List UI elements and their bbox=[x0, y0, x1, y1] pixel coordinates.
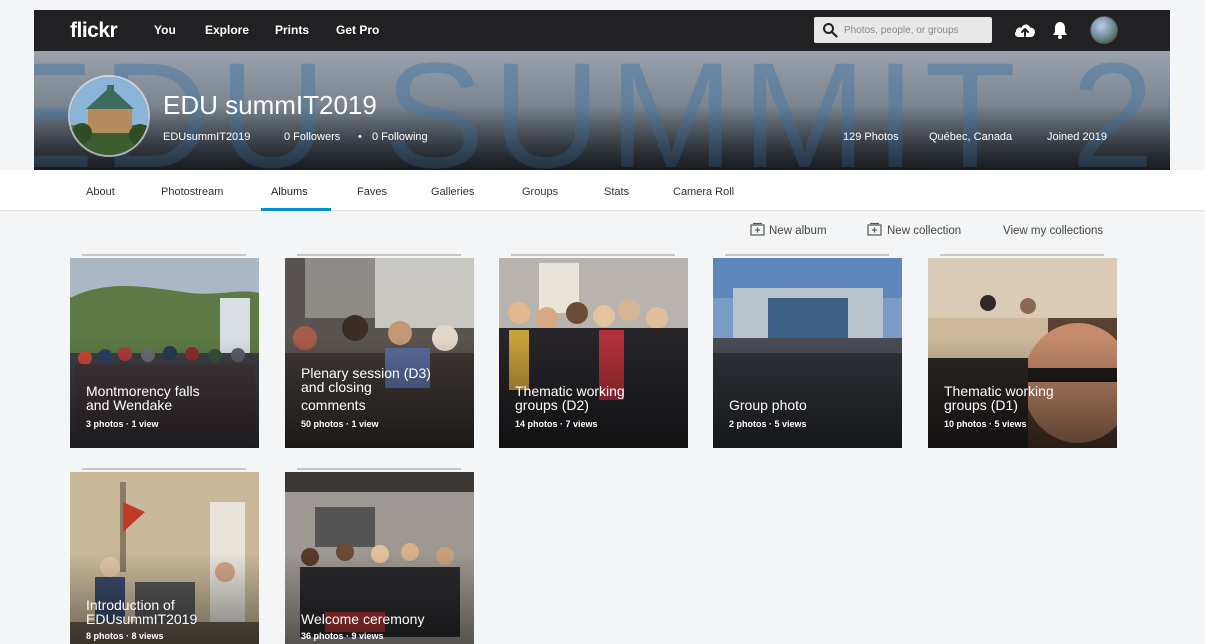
album-title: Plenary session (D3) bbox=[301, 365, 431, 381]
album-title: Welcome ceremony bbox=[301, 611, 425, 627]
new-album-button[interactable]: New album bbox=[769, 225, 827, 237]
album-card-thematic-d2[interactable]: Thematic working groups (D2) 14 photos ·… bbox=[499, 258, 688, 448]
album-shade bbox=[713, 338, 902, 448]
upload-icon[interactable] bbox=[1013, 19, 1037, 41]
active-tab-indicator bbox=[261, 208, 331, 211]
profile-tabs: About Photostream Albums Faves Galleries… bbox=[0, 170, 1205, 211]
following-link[interactable]: 0 Following bbox=[372, 131, 428, 143]
album-card-montmorency[interactable]: Montmorency falls and Wendake 3 photos ·… bbox=[70, 258, 259, 448]
album-stack-edge bbox=[297, 254, 461, 256]
profile-avatar bbox=[68, 75, 150, 157]
followers-link[interactable]: 0 Followers bbox=[284, 131, 340, 143]
user-avatar[interactable] bbox=[1090, 16, 1118, 44]
view-collections-link[interactable]: View my collections bbox=[1003, 225, 1103, 237]
tab-galleries[interactable]: Galleries bbox=[431, 186, 474, 198]
album-title: comments bbox=[301, 397, 366, 413]
search-input[interactable] bbox=[844, 21, 986, 39]
tab-stats[interactable]: Stats bbox=[604, 186, 629, 198]
new-collection-button[interactable]: New collection bbox=[887, 225, 961, 237]
tab-about[interactable]: About bbox=[86, 186, 115, 198]
album-stack-edge bbox=[940, 254, 1104, 256]
flickr-logo[interactable]: flickr bbox=[70, 19, 118, 43]
profile-location: Québec, Canada bbox=[929, 131, 1013, 143]
tab-photostream[interactable]: Photostream bbox=[161, 186, 223, 198]
album-title: Thematic working bbox=[944, 383, 1054, 399]
profile-name: EDU summIT2019 bbox=[163, 90, 377, 120]
album-title: Introduction of bbox=[86, 597, 175, 613]
top-navigation-bar: flickr You Explore Prints Get Pro bbox=[34, 10, 1170, 51]
album-title: Thematic working bbox=[515, 383, 625, 399]
album-title: groups (D1) bbox=[944, 397, 1018, 413]
album-stats: 10 photos · 5 views bbox=[944, 419, 1027, 429]
joined-date: Joined 2019 bbox=[1047, 131, 1107, 143]
album-stats: 2 photos · 5 views bbox=[729, 419, 807, 429]
album-title: and Wendake bbox=[86, 397, 173, 413]
album-stats: 8 photos · 8 views bbox=[86, 631, 164, 641]
album-card-plenary-session[interactable]: Plenary session (D3) and closing comment… bbox=[285, 258, 474, 448]
album-stack-edge bbox=[82, 254, 246, 256]
album-title: groups (D2) bbox=[515, 397, 589, 413]
nav-link-you[interactable]: You bbox=[154, 23, 176, 37]
album-stack-edge bbox=[297, 468, 461, 470]
nav-link-explore[interactable]: Explore bbox=[205, 23, 249, 37]
tab-albums[interactable]: Albums bbox=[271, 186, 308, 198]
album-card-welcome-ceremony[interactable]: Welcome ceremony 36 photos · 9 views bbox=[285, 472, 474, 644]
nav-link-prints[interactable]: Prints bbox=[275, 23, 309, 37]
album-stats: 3 photos · 1 view bbox=[86, 419, 159, 429]
album-stats: 50 photos · 1 view bbox=[301, 419, 379, 429]
new-album-icon[interactable] bbox=[750, 222, 765, 236]
tab-groups[interactable]: Groups bbox=[522, 186, 558, 198]
album-title: Montmorency falls bbox=[86, 383, 200, 399]
album-title: Group photo bbox=[729, 397, 807, 413]
album-card-thematic-d1[interactable]: Thematic working groups (D1) 10 photos ·… bbox=[928, 258, 1117, 448]
album-title: and closing bbox=[301, 379, 372, 395]
search-icon[interactable] bbox=[822, 22, 838, 38]
photo-count: 129 Photos bbox=[843, 131, 899, 143]
profile-username: EDUsummIT2019 bbox=[163, 131, 251, 143]
meta-separator: • bbox=[358, 131, 362, 143]
tab-faves[interactable]: Faves bbox=[357, 186, 387, 198]
nav-link-get-pro[interactable]: Get Pro bbox=[336, 23, 379, 37]
bell-icon[interactable] bbox=[1051, 20, 1069, 40]
album-stats: 36 photos · 9 views bbox=[301, 631, 384, 641]
album-stack-edge bbox=[725, 254, 889, 256]
album-card-introduction[interactable]: Introduction of EDUsummIT2019 8 photos ·… bbox=[70, 472, 259, 644]
album-card-group-photo[interactable]: Group photo 2 photos · 5 views bbox=[713, 258, 902, 448]
album-title: EDUsummIT2019 bbox=[86, 611, 198, 627]
search-box[interactable] bbox=[814, 17, 992, 43]
album-stack-edge bbox=[82, 468, 246, 470]
album-stats: 14 photos · 7 views bbox=[515, 419, 598, 429]
album-stack-edge bbox=[511, 254, 675, 256]
profile-cover: EDU SUMMIT 2019 EDU summIT2019 EDUsummIT… bbox=[34, 51, 1170, 170]
new-collection-icon[interactable] bbox=[867, 222, 882, 236]
tab-camera-roll[interactable]: Camera Roll bbox=[673, 186, 734, 198]
